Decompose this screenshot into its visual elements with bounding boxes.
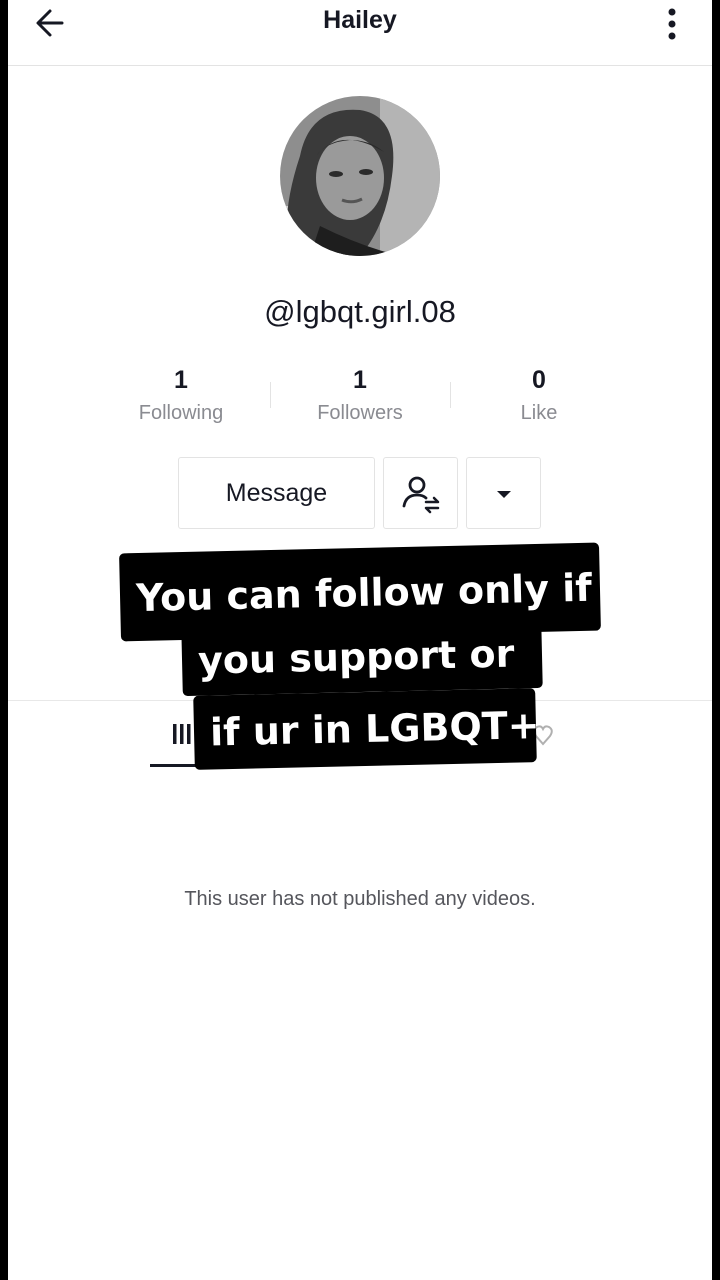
likes-label: Like — [520, 402, 558, 424]
followers-label: Followers — [317, 402, 403, 424]
avatar[interactable] — [280, 96, 440, 256]
caret-down-icon — [497, 491, 511, 498]
followers-count: 1 — [353, 366, 367, 394]
more-options-icon[interactable] — [660, 4, 684, 44]
follow-status-button[interactable] — [383, 457, 458, 529]
top-bar: Hailey — [8, 0, 712, 66]
username-handle: @lgbqt.girl.08 — [264, 294, 456, 329]
empty-state-message: This user has not published any videos. — [184, 888, 536, 910]
stat-following[interactable]: 1 Following — [91, 364, 271, 425]
likes-count: 0 — [532, 366, 546, 394]
suggestions-dropdown-button[interactable] — [466, 457, 541, 529]
following-count: 1 — [174, 366, 188, 394]
profile-page: Hailey @lgbqt.girl.08 1 Following 1 Foll… — [8, 0, 712, 1280]
stat-followers[interactable]: 1 Followers — [270, 364, 450, 425]
stat-likes[interactable]: 0 Like — [449, 364, 629, 425]
videos-grid-icon[interactable] — [171, 720, 193, 748]
caption-line-3: if ur in LGBQT+ — [193, 688, 540, 770]
page-title: Hailey — [323, 6, 397, 34]
person-swap-icon — [402, 476, 440, 514]
caption-line-2: you support or — [181, 617, 543, 697]
following-label: Following — [138, 402, 224, 424]
message-button[interactable]: Message — [178, 457, 375, 529]
